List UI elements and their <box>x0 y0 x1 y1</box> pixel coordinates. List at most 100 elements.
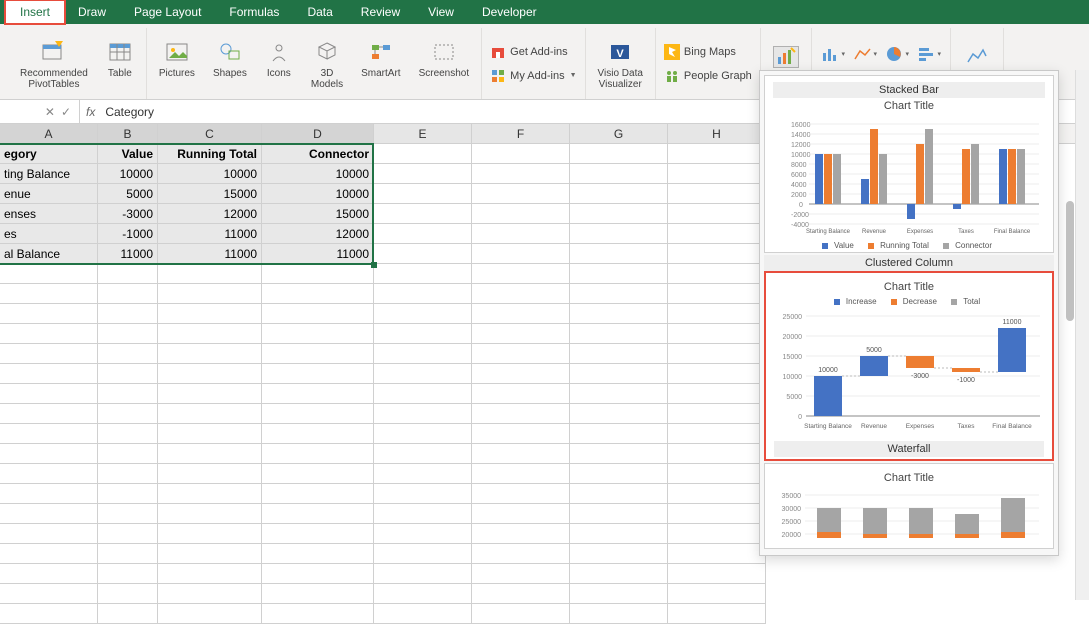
cell[interactable] <box>374 224 472 244</box>
cell[interactable] <box>262 264 374 284</box>
cell[interactable] <box>98 484 158 504</box>
cancel-icon[interactable]: ✕ <box>45 105 55 119</box>
cell[interactable] <box>374 544 472 564</box>
cell[interactable] <box>262 504 374 524</box>
cell[interactable] <box>262 544 374 564</box>
cell[interactable] <box>570 244 668 264</box>
cell[interactable] <box>668 544 766 564</box>
cell[interactable] <box>570 184 668 204</box>
cell[interactable]: Running Total <box>158 144 262 164</box>
cell[interactable] <box>570 284 668 304</box>
cell[interactable] <box>98 404 158 424</box>
cell[interactable] <box>374 304 472 324</box>
cell[interactable] <box>570 364 668 384</box>
cell[interactable] <box>570 564 668 584</box>
cell[interactable]: es <box>0 224 98 244</box>
cell[interactable] <box>98 384 158 404</box>
cell[interactable] <box>158 284 262 304</box>
cell[interactable] <box>158 444 262 464</box>
cell[interactable] <box>374 204 472 224</box>
icons-button[interactable]: Icons <box>261 36 297 81</box>
cell[interactable] <box>668 164 766 184</box>
my-addins-button[interactable]: My Add-ins ▼ <box>490 66 576 86</box>
cell[interactable] <box>0 564 98 584</box>
pictures-button[interactable]: Pictures <box>155 36 199 81</box>
cell[interactable] <box>570 384 668 404</box>
cell[interactable] <box>668 384 766 404</box>
cell[interactable] <box>668 444 766 464</box>
cell[interactable] <box>668 484 766 504</box>
cell[interactable] <box>374 504 472 524</box>
cell[interactable] <box>0 324 98 344</box>
cell[interactable] <box>158 524 262 544</box>
cell[interactable] <box>472 264 570 284</box>
cell[interactable] <box>668 224 766 244</box>
cell[interactable] <box>158 504 262 524</box>
cell[interactable] <box>472 244 570 264</box>
cell[interactable] <box>158 404 262 424</box>
cell[interactable] <box>0 424 98 444</box>
cell[interactable] <box>472 464 570 484</box>
cell[interactable] <box>374 484 472 504</box>
cell[interactable] <box>98 284 158 304</box>
cell[interactable] <box>98 544 158 564</box>
cell[interactable]: 15000 <box>158 184 262 204</box>
chart-option-stacked-bar[interactable]: Stacked Bar Chart Title 160001400012000 … <box>764 75 1054 253</box>
cell[interactable] <box>472 604 570 624</box>
cell[interactable] <box>472 304 570 324</box>
cell[interactable] <box>668 464 766 484</box>
cell[interactable] <box>668 264 766 284</box>
cell[interactable] <box>668 564 766 584</box>
enter-icon[interactable]: ✓ <box>61 105 71 119</box>
cell[interactable]: ting Balance <box>0 164 98 184</box>
visio-button[interactable]: V Visio DataVisualizer <box>594 36 647 92</box>
column-chart-button[interactable]: ▾ <box>820 43 846 65</box>
cell[interactable]: 10000 <box>262 164 374 184</box>
bing-maps-button[interactable]: Bing Maps <box>664 42 736 62</box>
cell[interactable] <box>668 504 766 524</box>
cell[interactable] <box>668 244 766 264</box>
cell[interactable] <box>374 464 472 484</box>
cell[interactable] <box>472 364 570 384</box>
cell[interactable] <box>472 344 570 364</box>
cell[interactable] <box>472 204 570 224</box>
cell[interactable] <box>668 584 766 604</box>
cell[interactable] <box>472 484 570 504</box>
cell[interactable] <box>98 424 158 444</box>
cell[interactable] <box>570 144 668 164</box>
cell[interactable] <box>0 264 98 284</box>
cell[interactable]: 5000 <box>98 184 158 204</box>
3d-models-button[interactable]: 3DModels <box>307 36 347 92</box>
vertical-scrollbar[interactable] <box>1075 70 1089 600</box>
column-header[interactable]: C <box>158 124 262 143</box>
cell[interactable] <box>668 324 766 344</box>
bar-chart-button[interactable]: ▾ <box>916 43 942 65</box>
cell[interactable]: egory <box>0 144 98 164</box>
cell[interactable] <box>570 264 668 284</box>
cell[interactable] <box>262 444 374 464</box>
cell[interactable] <box>374 244 472 264</box>
cell[interactable]: 10000 <box>98 164 158 184</box>
cell[interactable] <box>0 544 98 564</box>
cell[interactable] <box>0 484 98 504</box>
cell[interactable] <box>374 184 472 204</box>
cell[interactable] <box>570 164 668 184</box>
cell[interactable] <box>262 304 374 324</box>
cell[interactable] <box>158 264 262 284</box>
cell[interactable] <box>0 404 98 424</box>
cell[interactable] <box>262 524 374 544</box>
cell[interactable] <box>0 284 98 304</box>
cell[interactable] <box>668 344 766 364</box>
cell[interactable] <box>374 384 472 404</box>
cell[interactable] <box>374 424 472 444</box>
cell[interactable] <box>668 364 766 384</box>
column-header[interactable]: B <box>98 124 158 143</box>
cell[interactable] <box>570 404 668 424</box>
cell[interactable] <box>0 444 98 464</box>
cell[interactable] <box>98 584 158 604</box>
cell[interactable]: enses <box>0 204 98 224</box>
people-graph-button[interactable]: People Graph <box>664 66 752 86</box>
column-header[interactable]: H <box>668 124 766 143</box>
cell[interactable] <box>472 164 570 184</box>
cell[interactable] <box>374 564 472 584</box>
